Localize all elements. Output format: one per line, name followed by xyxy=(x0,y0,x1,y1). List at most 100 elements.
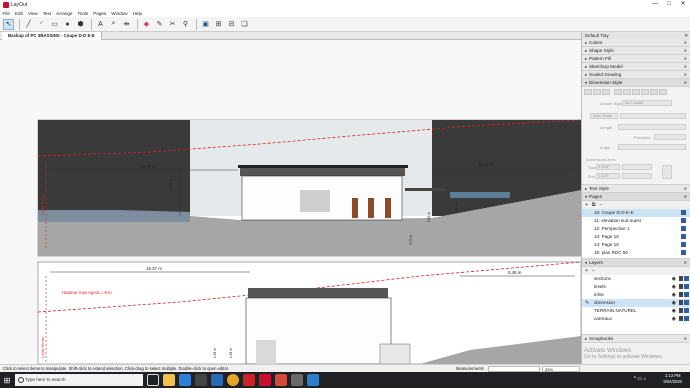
presentation-icon[interactable] xyxy=(681,234,686,239)
close-section-icon[interactable]: ✕ xyxy=(684,259,687,267)
drawing-canvas[interactable]: 15.77 m 11.35 m 7.15 m Limite Terrain 3.… xyxy=(0,40,581,364)
menu-text[interactable]: Text xyxy=(40,11,53,16)
layer-item[interactable]: levels ◉ xyxy=(582,283,690,291)
menu-edit[interactable]: Edit xyxy=(12,11,25,16)
duplicate-page-icon[interactable]: ⧉ xyxy=(592,202,596,208)
section-pages[interactable]: ▾ Pages ✕ xyxy=(582,193,690,201)
label-icon[interactable]: ⌕ xyxy=(108,19,119,30)
delete-page-icon[interactable]: ⊟ xyxy=(226,19,237,30)
page-item[interactable]: 11: elevation sud ouest xyxy=(582,217,690,225)
share-layer-icon[interactable] xyxy=(684,284,689,289)
align-button[interactable] xyxy=(593,89,601,95)
close-section-icon[interactable]: ✕ xyxy=(684,193,687,201)
section-pattern-fill[interactable]: ▸ Pattern Fill ✕ xyxy=(582,55,690,63)
page-item[interactable]: 14: Page 16 xyxy=(582,241,690,249)
section-text-style[interactable]: ▸ Text Style ✕ xyxy=(582,185,690,193)
section-sketchup-model[interactable]: ▸ SketchUp Model ✕ xyxy=(582,63,690,71)
layer-item[interactable]: ✎ dimension ◉ xyxy=(582,299,690,307)
layer-item[interactable]: TERRAIN NATUREL ◉ xyxy=(582,307,690,315)
app-icon[interactable] xyxy=(291,374,303,386)
end-arrow-select[interactable] xyxy=(622,173,652,179)
maximize-button[interactable]: □ xyxy=(662,0,676,9)
page-item[interactable]: 15: plan RDC 50 xyxy=(582,249,690,257)
leader-style-select[interactable]: No Leader xyxy=(622,100,672,106)
add-layer-icon[interactable]: + xyxy=(585,268,588,274)
section-scrapbooks[interactable]: ▸ Scrapbooks ✕ xyxy=(582,335,690,343)
section-dimension-style[interactable]: ▾ Dimension Style ✕ xyxy=(582,79,690,87)
align-button[interactable] xyxy=(659,89,667,95)
start-arrow-select[interactable] xyxy=(622,164,652,170)
menu-pages[interactable]: Pages xyxy=(91,11,109,16)
layer-item[interactable]: carreaux ◉ xyxy=(582,315,690,323)
menu-window[interactable]: Window xyxy=(109,11,130,16)
rectangle-icon[interactable]: ▭ xyxy=(49,19,60,30)
share-layer-icon[interactable] xyxy=(684,292,689,297)
system-tray-icons[interactable]: ^ ▭ ♪ xyxy=(634,376,646,382)
share-layer-icon[interactable] xyxy=(684,300,689,305)
lock-icon[interactable] xyxy=(679,316,683,321)
end-arrow-field[interactable]: 0.125" xyxy=(596,173,620,179)
close-section-icon[interactable]: ✕ xyxy=(684,71,687,79)
presentation-icon[interactable] xyxy=(681,250,686,255)
share-layer-icon[interactable] xyxy=(684,316,689,321)
section-scaled-drawing[interactable]: ▸ Scaled Drawing ✕ xyxy=(582,71,690,79)
chrome-icon[interactable] xyxy=(227,374,239,386)
style-icon[interactable]: ✎ xyxy=(154,19,165,30)
mail-icon[interactable] xyxy=(211,374,223,386)
add-page-icon[interactable]: ⊞ xyxy=(213,19,224,30)
tray-close-icon[interactable]: ✕ xyxy=(684,32,688,39)
scale-select[interactable] xyxy=(620,113,686,119)
close-button[interactable]: ✕ xyxy=(676,0,690,9)
lock-icon[interactable] xyxy=(679,300,683,305)
align-button[interactable] xyxy=(623,89,631,95)
photos-icon[interactable] xyxy=(307,374,319,386)
align-button[interactable] xyxy=(602,89,610,95)
align-button[interactable] xyxy=(632,89,640,95)
length-select[interactable] xyxy=(618,124,686,130)
eye-icon[interactable]: ◉ xyxy=(672,299,676,307)
add-page-icon[interactable]: + xyxy=(585,202,588,208)
dimension-icon[interactable]: ⇹ xyxy=(121,19,132,30)
lock-icon[interactable] xyxy=(679,308,683,313)
share-layer-icon[interactable] xyxy=(684,276,689,281)
clock[interactable]: 1:13 PM 9/24/2020 xyxy=(663,373,682,385)
close-section-icon[interactable]: ✕ xyxy=(684,335,687,343)
section-shape-style[interactable]: ▸ Shape Style ✕ xyxy=(582,47,690,55)
lock-icon[interactable] xyxy=(679,276,683,281)
close-section-icon[interactable]: ✕ xyxy=(684,47,687,55)
layer-item[interactable]: infos ◉ xyxy=(582,291,690,299)
page-item[interactable]: 10: Coupe D-D E-E xyxy=(582,209,690,217)
close-section-icon[interactable]: ✕ xyxy=(684,185,687,193)
line-icon[interactable]: ╱ xyxy=(23,19,34,30)
scrapbook-icon[interactable]: ❏ xyxy=(239,19,250,30)
arc-icon[interactable]: ◜ xyxy=(36,19,47,30)
page-item[interactable]: 12: Perspective 1 xyxy=(582,225,690,233)
eye-icon[interactable]: ◉ xyxy=(672,283,676,291)
menu-view[interactable]: View xyxy=(25,11,40,16)
share-layer-icon[interactable] xyxy=(684,308,689,313)
layer-item[interactable]: sections ◉ xyxy=(582,275,690,283)
section-colors[interactable]: ▸ Colors ✕ xyxy=(582,39,690,47)
lock-icon[interactable] xyxy=(679,292,683,297)
menu-help[interactable]: Help xyxy=(130,11,144,16)
precision-select[interactable] xyxy=(654,134,686,140)
eye-icon[interactable]: ◉ xyxy=(672,315,676,323)
task-view-icon[interactable] xyxy=(147,374,159,386)
presentation-icon[interactable] xyxy=(681,210,686,215)
eye-icon[interactable]: ◉ xyxy=(672,307,676,315)
edge-icon[interactable] xyxy=(179,374,191,386)
eye-icon[interactable]: ◉ xyxy=(672,291,676,299)
split-icon[interactable]: ✂ xyxy=(167,19,178,30)
menu-tools[interactable]: Tools xyxy=(75,11,91,16)
close-section-icon[interactable]: ✕ xyxy=(684,79,687,87)
minimize-button[interactable]: — xyxy=(648,0,662,9)
close-section-icon[interactable]: ✕ xyxy=(684,55,687,63)
delete-layer-icon[interactable]: − xyxy=(592,268,595,274)
align-button[interactable] xyxy=(614,89,622,95)
present-icon[interactable]: ▣ xyxy=(200,19,211,30)
close-section-icon[interactable]: ✕ xyxy=(684,63,687,71)
file-explorer-icon[interactable] xyxy=(163,374,175,386)
sketchup-icon[interactable] xyxy=(259,374,271,386)
start-arrow-field[interactable]: 0.125" xyxy=(596,164,620,170)
windows-start-icon[interactable]: ⊞ xyxy=(0,372,14,388)
